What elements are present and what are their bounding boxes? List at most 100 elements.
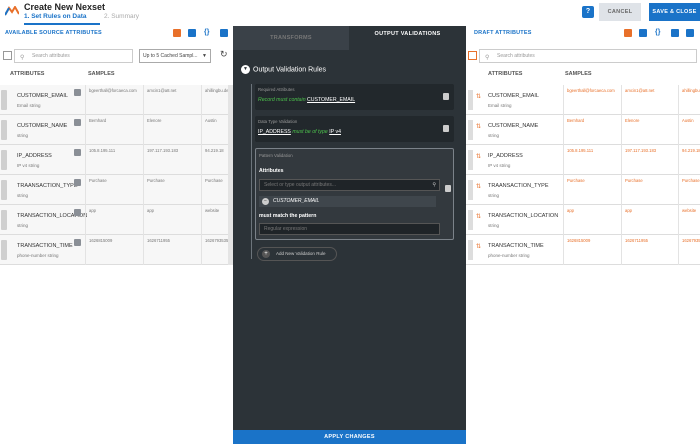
table-icon[interactable] bbox=[188, 29, 196, 37]
drag-handle[interactable] bbox=[1, 240, 7, 260]
sample-value: Bernhard bbox=[85, 115, 143, 145]
type-icon[interactable] bbox=[74, 89, 81, 96]
active-step-indicator bbox=[24, 23, 100, 25]
data-type-rule[interactable]: Data Type Validation IP_ADDRESS must be … bbox=[255, 116, 454, 142]
type-icon[interactable] bbox=[74, 119, 81, 126]
attribute-type: string bbox=[488, 193, 500, 198]
cancel-button[interactable]: CANCEL bbox=[599, 3, 641, 21]
table-row[interactable]: TRANSACTION_LOCATION string app app website bbox=[0, 205, 233, 235]
tab-output-validations[interactable]: OUTPUT VALIDATIONS bbox=[349, 26, 466, 50]
tab-transforms[interactable]: TRANSFORMS bbox=[233, 26, 349, 50]
transform-icon[interactable] bbox=[624, 29, 632, 37]
table-row[interactable]: ⇅ TRANSACTION_TIME phone-number string 1626… bbox=[466, 235, 700, 265]
file-icon[interactable] bbox=[220, 29, 228, 37]
table-row[interactable]: ⇅ TRANSACTION_LOCATION string app app website bbox=[466, 205, 700, 235]
sample-value: ahillingbu.de bbox=[201, 85, 228, 115]
attribute-type: phone-number string bbox=[488, 253, 530, 258]
table-row[interactable]: TRANSACTION_TIME phone-number string 16268… bbox=[0, 235, 233, 265]
row-checkbox[interactable] bbox=[468, 240, 473, 260]
rule-text: Record must contain bbox=[258, 97, 306, 103]
sample-value: 1626793535 bbox=[201, 235, 228, 265]
attribute-type: string bbox=[488, 133, 500, 138]
table-icon[interactable] bbox=[639, 29, 647, 37]
rule-type[interactable]: IP v4 bbox=[329, 129, 341, 135]
table-row[interactable]: CUSTOMER_NAME string Bernhard Elenore Austin bbox=[0, 115, 233, 145]
help-icon[interactable]: ? bbox=[582, 6, 594, 18]
json-icon[interactable]: {} bbox=[655, 29, 663, 37]
trash-icon[interactable] bbox=[443, 125, 449, 132]
attribute-type: string bbox=[17, 133, 29, 138]
selected-attribute-tag[interactable]: − CUSTOMER_EMAIL bbox=[259, 196, 436, 207]
transform-icon[interactable]: ⇅ bbox=[476, 243, 481, 250]
type-icon[interactable] bbox=[74, 239, 81, 246]
step-summary[interactable]: 2. Summary bbox=[104, 13, 139, 20]
apply-changes-button[interactable]: APPLY CHANGES bbox=[233, 430, 466, 444]
sample-value: Purchase bbox=[85, 175, 143, 205]
remove-icon[interactable]: − bbox=[262, 198, 269, 205]
table-row[interactable]: IP_ADDRESS IP v4 string 105.8.195.111 197.1… bbox=[0, 145, 233, 175]
attribute-type: IP v4 string bbox=[17, 163, 40, 168]
add-validation-rule-button[interactable]: + Add New Validation Rule bbox=[257, 247, 337, 261]
sample-value: Purchase bbox=[143, 175, 201, 205]
type-icon[interactable] bbox=[74, 179, 81, 186]
select-all-checkbox[interactable] bbox=[3, 51, 12, 60]
drag-handle[interactable] bbox=[1, 120, 7, 140]
type-icon[interactable] bbox=[74, 149, 81, 156]
row-checkbox[interactable] bbox=[468, 90, 473, 110]
rule-text: must be of type bbox=[292, 129, 328, 135]
save-close-button[interactable]: SAVE & CLOSE bbox=[649, 3, 700, 21]
transform-icon[interactable]: ⇅ bbox=[476, 93, 481, 100]
source-search-input[interactable]: ⚲ Search attributes bbox=[14, 49, 133, 63]
sample-value: Purchase bbox=[621, 175, 678, 205]
sample-value: amcin1@a8.net bbox=[621, 85, 678, 115]
sample-value: 105.8.195.111 bbox=[85, 145, 143, 175]
sample-value: ahillingbu.de bbox=[678, 85, 700, 115]
pattern-validation-rule[interactable]: Pattern Validation Attributes Select or … bbox=[255, 148, 454, 240]
attribute-type: phone-number string bbox=[17, 253, 59, 258]
draft-attributes-panel: DRAFT ATTRIBUTES {} ⚲ Search attributes A… bbox=[466, 26, 700, 444]
regex-input[interactable]: Regular expression bbox=[259, 223, 440, 235]
rule-attribute[interactable]: CUSTOMER_EMAIL bbox=[307, 97, 355, 103]
required-attributes-rule[interactable]: Required Attributes Record must contain … bbox=[255, 84, 454, 110]
transform-icon[interactable]: ⇅ bbox=[476, 123, 481, 130]
json-icon[interactable]: {} bbox=[204, 29, 212, 37]
row-checkbox[interactable] bbox=[468, 210, 473, 230]
cache-samples-dropdown[interactable]: Up to 5 Cached Sampl... ▼ bbox=[139, 49, 211, 63]
sample-value: 1626815009 bbox=[85, 235, 143, 265]
table-row[interactable]: TRAANSACTION_TYPE string Purchase Purchase P… bbox=[0, 175, 233, 205]
download-icon[interactable] bbox=[686, 29, 694, 37]
rule-body: Record must contain CUSTOMER_EMAIL bbox=[258, 97, 355, 103]
table-row[interactable]: ⇅ TRAANSACTION_TYPE string Purchase Purchase… bbox=[466, 175, 700, 205]
transform-icon[interactable] bbox=[173, 29, 181, 37]
refresh-icon[interactable]: ↻ bbox=[220, 49, 228, 60]
drag-handle[interactable] bbox=[1, 150, 7, 170]
table-row[interactable]: CUSTOMER_EMAIL Email string bgeerthall@for… bbox=[0, 85, 233, 115]
drag-handle[interactable] bbox=[1, 180, 7, 200]
transform-icon[interactable]: ⇅ bbox=[476, 213, 481, 220]
sample-value: 105.8.195.111 bbox=[563, 145, 621, 175]
trash-icon[interactable] bbox=[445, 185, 451, 192]
sample-value: 197.117.193.183 bbox=[143, 145, 201, 175]
transform-icon[interactable]: ⇅ bbox=[476, 183, 481, 190]
type-icon[interactable] bbox=[74, 209, 81, 216]
row-checkbox[interactable] bbox=[468, 120, 473, 140]
rule-title: Pattern Validation bbox=[259, 153, 293, 158]
drag-handle[interactable] bbox=[1, 210, 7, 230]
step-set-rules[interactable]: 1. Set Rules on Data bbox=[24, 13, 87, 20]
draft-search-input[interactable]: ⚲ Search attributes bbox=[479, 49, 697, 63]
file-icon[interactable] bbox=[671, 29, 679, 37]
rule-attribute[interactable]: IP_ADDRESS bbox=[258, 129, 291, 135]
row-checkbox[interactable] bbox=[468, 150, 473, 170]
row-checkbox[interactable] bbox=[468, 180, 473, 200]
table-row[interactable]: ⇅ CUSTOMER_NAME string Bernhard Elenore Austi… bbox=[466, 115, 700, 145]
attribute-select-input[interactable]: Select or type output attributes... ⚲ bbox=[259, 179, 440, 191]
sample-value: 1626793535 bbox=[678, 235, 700, 265]
table-row[interactable]: ⇅ IP_ADDRESS IP v4 string 105.8.195.111 197.… bbox=[466, 145, 700, 175]
trash-icon[interactable] bbox=[443, 93, 449, 100]
nexla-logo-icon bbox=[5, 6, 19, 16]
drag-handle[interactable] bbox=[1, 90, 7, 110]
select-all-checkbox[interactable] bbox=[468, 51, 477, 60]
sample-value: amcin1@a8.net bbox=[143, 85, 201, 115]
table-row[interactable]: ⇅ CUSTOMER_EMAIL Email string bgeerthall@fo… bbox=[466, 85, 700, 115]
transform-icon[interactable]: ⇅ bbox=[476, 153, 481, 160]
